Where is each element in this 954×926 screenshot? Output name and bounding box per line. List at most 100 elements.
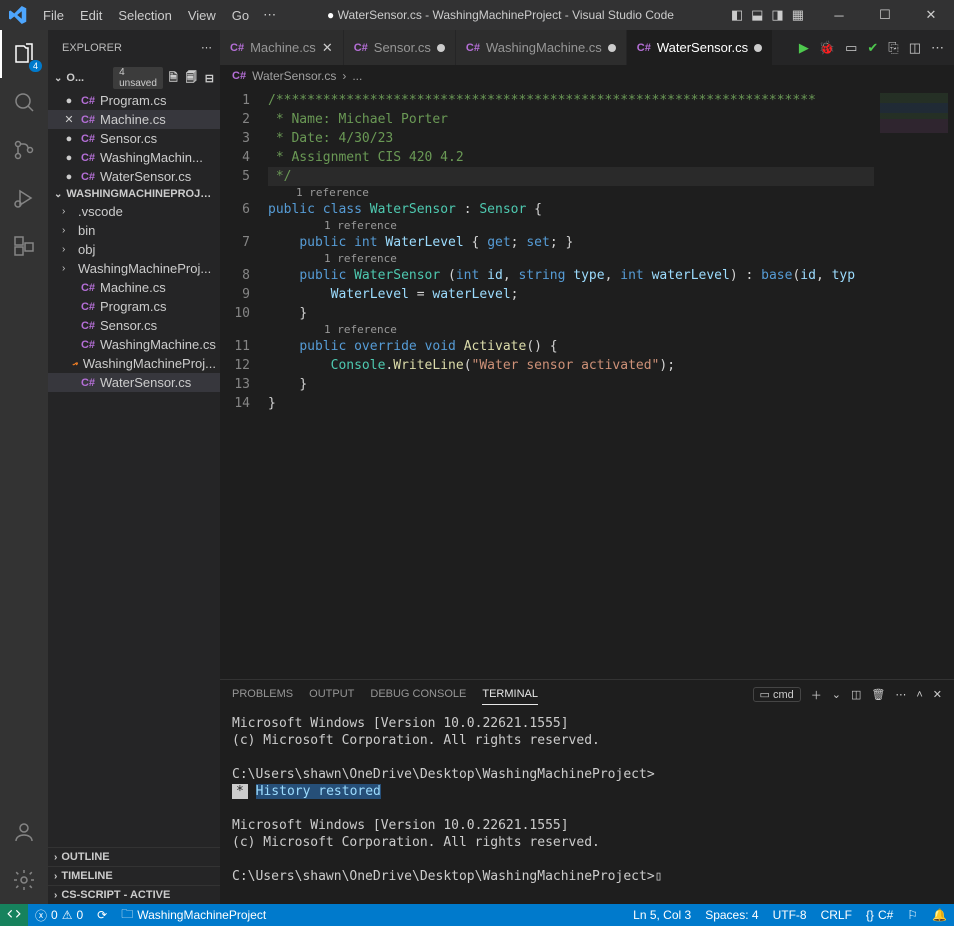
editor-body[interactable]: 1234567891011121314 /*******************… bbox=[220, 87, 954, 679]
code-line[interactable]: public int WaterLevel { get; set; } bbox=[268, 233, 874, 252]
code-line[interactable]: } bbox=[268, 394, 874, 413]
status-bell-icon[interactable]: 🔔 bbox=[925, 908, 954, 922]
check-icon[interactable]: ✔ bbox=[867, 40, 878, 56]
open-editor-item[interactable]: ✕C#Machine.cs bbox=[48, 110, 220, 129]
toggle-primary-sidebar-icon[interactable]: ◧ bbox=[731, 7, 743, 23]
menu-edit[interactable]: Edit bbox=[72, 8, 110, 23]
folder-item[interactable]: ›obj bbox=[48, 240, 220, 259]
modified-dot-icon[interactable]: ● bbox=[62, 133, 76, 145]
status-errors[interactable]: ⓧ0⚠0 bbox=[28, 907, 90, 924]
panel-tab-debug-console[interactable]: DEBUG CONSOLE bbox=[370, 684, 466, 705]
editor-tab[interactable]: C#Machine.cs✕ bbox=[220, 30, 344, 65]
open-editors-header[interactable]: ⌄ O... 4 unsaved 🗎 🗐 ⊟ bbox=[48, 65, 220, 91]
code-line[interactable]: public class WaterSensor : Sensor { bbox=[268, 200, 874, 219]
code-line[interactable]: * Date: 4/30/23 bbox=[268, 129, 874, 148]
open-editor-item[interactable]: ●C#Sensor.cs bbox=[48, 129, 220, 148]
status-eol[interactable]: CRLF bbox=[814, 908, 859, 922]
terminal-dropdown-icon[interactable]: ⌄ bbox=[832, 688, 841, 701]
close-tab-icon[interactable]: ✕ bbox=[322, 40, 333, 56]
code-line[interactable]: /***************************************… bbox=[268, 91, 874, 110]
terminal-output[interactable]: Microsoft Windows [Version 10.0.22621.15… bbox=[220, 709, 954, 904]
code-line[interactable]: * Assignment CIS 420 4.2 bbox=[268, 148, 874, 167]
project-header[interactable]: ⌄ WASHINGMACHINEPROJE... bbox=[48, 186, 220, 202]
menu-view[interactable]: View bbox=[180, 8, 224, 23]
close-icon[interactable]: ✕ bbox=[62, 113, 76, 126]
open-editor-item[interactable]: ●C#Program.cs bbox=[48, 91, 220, 110]
modified-dot-icon[interactable]: ● bbox=[62, 171, 76, 183]
kill-terminal-icon[interactable]: 🗑 bbox=[871, 688, 885, 701]
compare-icon[interactable]: ⎘ bbox=[888, 40, 898, 56]
codelens-reference[interactable]: 1 reference bbox=[268, 252, 874, 266]
split-editor-icon[interactable]: ◫ bbox=[909, 40, 921, 56]
minimize-button[interactable]: ─ bbox=[816, 0, 862, 30]
activity-account[interactable] bbox=[0, 808, 48, 856]
terminal-shell-selector[interactable]: ▭ cmd bbox=[753, 687, 801, 702]
status-ports[interactable]: ⟳ bbox=[90, 908, 114, 922]
open-editor-item[interactable]: ●C#WashingMachin... bbox=[48, 148, 220, 167]
folder-item[interactable]: ›bin bbox=[48, 221, 220, 240]
folder-item[interactable]: ›.vscode bbox=[48, 202, 220, 221]
code-line[interactable]: WaterLevel = waterLevel; bbox=[268, 285, 874, 304]
toggle-secondary-sidebar-icon[interactable]: ◨ bbox=[771, 7, 783, 23]
split-terminal-icon[interactable]: ◫ bbox=[851, 688, 861, 701]
run-icon[interactable]: ▶ bbox=[799, 40, 809, 56]
modified-dot-icon[interactable]: ● bbox=[62, 152, 76, 164]
modified-dot-icon[interactable]: ● bbox=[62, 95, 76, 107]
section-timeline[interactable]: ›TIMELINE bbox=[48, 866, 220, 885]
status-lang[interactable]: {}C# bbox=[859, 908, 900, 922]
code-line[interactable]: Console.WriteLine("Water sensor activate… bbox=[268, 356, 874, 375]
close-panel-icon[interactable]: ✕ bbox=[933, 688, 942, 701]
maximize-panel-icon[interactable]: ˄ bbox=[916, 689, 922, 701]
minimap[interactable] bbox=[874, 87, 954, 679]
run-config-icon[interactable]: ▭ bbox=[845, 40, 857, 56]
folder-item[interactable]: ›WashingMachineProj... bbox=[48, 259, 220, 278]
code-line[interactable]: public WaterSensor (int id, string type,… bbox=[268, 266, 874, 285]
file-item[interactable]: C#Program.cs bbox=[48, 297, 220, 316]
menu-overflow[interactable]: ⋯ bbox=[257, 7, 282, 23]
panel-tab-problems[interactable]: PROBLEMS bbox=[232, 684, 293, 705]
close-all-icon[interactable]: ⊟ bbox=[203, 72, 216, 85]
file-item[interactable]: C#WaterSensor.cs bbox=[48, 373, 220, 392]
codelens-reference[interactable]: 1 reference bbox=[268, 186, 874, 200]
file-item[interactable]: އWashingMachineProj... bbox=[48, 354, 220, 373]
editor-tab[interactable]: C#WashingMachine.cs bbox=[456, 30, 627, 65]
more-editor-actions-icon[interactable]: ⋯ bbox=[931, 40, 944, 56]
editor-tab[interactable]: C#WaterSensor.cs bbox=[627, 30, 773, 65]
status-lncol[interactable]: Ln 5, Col 3 bbox=[626, 908, 698, 922]
file-item[interactable]: C#Machine.cs bbox=[48, 278, 220, 297]
file-item[interactable]: C#Sensor.cs bbox=[48, 316, 220, 335]
new-terminal-icon[interactable]: ＋ bbox=[811, 687, 822, 703]
codelens-reference[interactable]: 1 reference bbox=[268, 323, 874, 337]
code-line[interactable]: } bbox=[268, 304, 874, 323]
customize-layout-icon[interactable]: ▦ bbox=[792, 7, 804, 23]
section-outline[interactable]: ›OUTLINE bbox=[48, 847, 220, 866]
status-spaces[interactable]: Spaces: 4 bbox=[698, 908, 765, 922]
close-window-button[interactable]: ✕ bbox=[908, 0, 954, 30]
panel-tab-terminal[interactable]: TERMINAL bbox=[482, 684, 538, 705]
menu-selection[interactable]: Selection bbox=[110, 8, 179, 23]
activity-search[interactable] bbox=[0, 78, 48, 126]
section-cs-script-active[interactable]: ›CS-SCRIPT - ACTIVE bbox=[48, 885, 220, 904]
code-line[interactable]: */ bbox=[268, 167, 874, 186]
menu-go[interactable]: Go bbox=[224, 8, 257, 23]
editor-tab[interactable]: C#Sensor.cs bbox=[344, 30, 456, 65]
maximize-button[interactable]: ☐ bbox=[862, 0, 908, 30]
panel-tab-output[interactable]: OUTPUT bbox=[309, 684, 354, 705]
code-line[interactable]: } bbox=[268, 375, 874, 394]
code-line[interactable]: * Name: Michael Porter bbox=[268, 110, 874, 129]
remote-indicator[interactable] bbox=[0, 904, 28, 926]
breadcrumb-file[interactable]: WaterSensor.cs bbox=[252, 69, 336, 83]
menu-file[interactable]: File bbox=[35, 8, 72, 23]
save-all-icon[interactable]: 🗐 bbox=[184, 69, 199, 88]
activity-extensions[interactable] bbox=[0, 222, 48, 270]
file-item[interactable]: C#WashingMachine.cs bbox=[48, 335, 220, 354]
activity-scm[interactable] bbox=[0, 126, 48, 174]
codelens-reference[interactable]: 1 reference bbox=[268, 219, 874, 233]
code-content[interactable]: /***************************************… bbox=[260, 87, 874, 679]
status-feedback-icon[interactable]: ⚐ bbox=[900, 908, 925, 922]
new-file-icon[interactable]: 🗎 bbox=[167, 69, 180, 88]
breadcrumb-rest[interactable]: ... bbox=[352, 69, 362, 83]
breadcrumb[interactable]: C# WaterSensor.cs › ... bbox=[220, 65, 954, 87]
explorer-more-icon[interactable]: ⋯ bbox=[201, 41, 212, 54]
activity-debug[interactable] bbox=[0, 174, 48, 222]
